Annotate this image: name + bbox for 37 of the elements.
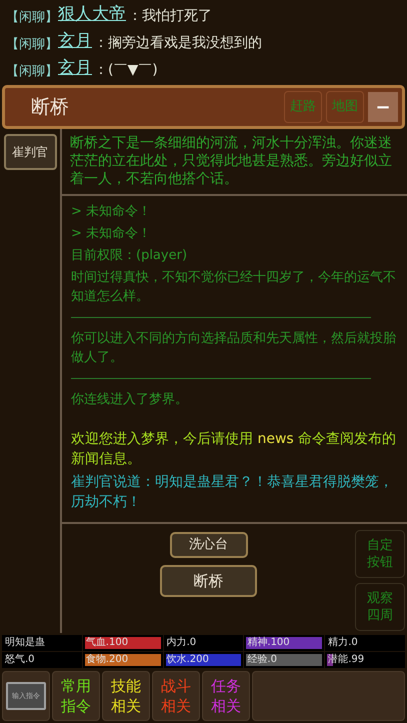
command-button[interactable]: 技能相关 (102, 671, 150, 721)
welcome-message: 欢迎您进入梦界，今后请使用 news 命令查阅发布的新闻信息。 (71, 430, 398, 469)
exit-button[interactable]: 断桥 (160, 565, 257, 597)
log-line: > 未知命令！ (71, 203, 152, 221)
log-line: > 未知命令！ (71, 225, 152, 243)
exit-button[interactable]: 洗心台 (170, 532, 248, 558)
log-line: 目前权限：(player) (71, 247, 188, 265)
collapse-button[interactable]: − (368, 92, 398, 122)
stat-label: 内力.0 (166, 637, 196, 649)
stat-label: 明知是蛊 (5, 637, 45, 649)
stat-label: 饮水.200 (166, 654, 209, 666)
stat-label: 食物.200 (86, 654, 128, 666)
log-line: 你可以进入不同的方向选择品质和先天属性，然后就投胎做人了。 (71, 330, 397, 367)
npc-speech: 崔判官说道：明知是蛊星君？！恭喜星君得脱樊笼，历劫不朽！ (71, 473, 394, 512)
room-description: 断桥之下是一条细细的河流，河水十分浑浊。你迷迷茫茫的立在此处，只觉得此地甚是熟悉。旁边好似立着一人，不若向他搭个话。 (62, 129, 407, 196)
stat-label: 精神.100 (247, 637, 290, 649)
stat-label: 怒气.0 (5, 654, 35, 666)
chat-channel: 【闲聊】 (6, 62, 58, 80)
chat-channel: 【闲聊】 (6, 36, 58, 54)
player-name-link[interactable]: 玄月 (58, 56, 92, 81)
side-button[interactable]: 自定按钮 (355, 530, 405, 578)
stat-label: 气血.100 (86, 637, 128, 649)
chat-channel: 【闲聊】 (6, 8, 58, 26)
log-line: 时间过得真快，不知不觉你已经十四岁了，今年的运气不知道怎么样。 (71, 269, 397, 306)
chat-message: ：(￣▼￣) (94, 61, 158, 80)
command-button[interactable]: 常用指令 (52, 671, 100, 721)
chat-message: ：搁旁边看戏是我没想到的 (94, 34, 262, 53)
player-name-link[interactable]: 狠人大帝 (58, 2, 126, 27)
stat-label: 经验.0 (247, 654, 277, 666)
player-name-link[interactable]: 玄月 (58, 28, 92, 54)
stat-label: 精力.0 (328, 637, 358, 649)
npc-button[interactable]: 崔判官 (4, 134, 56, 170)
command-button[interactable]: 战斗相关 (152, 671, 200, 721)
location-title: 断桥 (31, 94, 70, 120)
log-line: 你连线进入了梦界。 (71, 391, 189, 409)
chat-message: ：我怕打死了 (128, 7, 212, 26)
side-button[interactable]: 观察四周 (355, 583, 405, 631)
